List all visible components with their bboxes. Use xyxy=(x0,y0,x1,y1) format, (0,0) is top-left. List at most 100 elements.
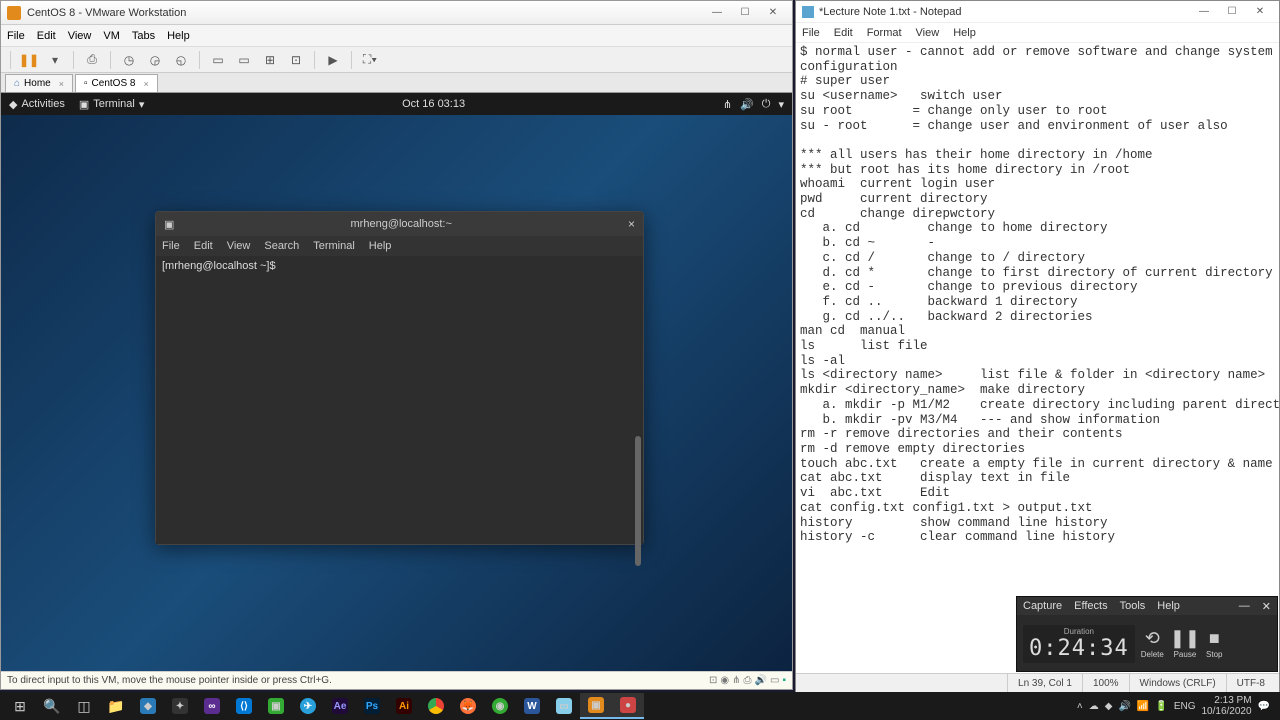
tray-wifi-icon[interactable]: 📶 xyxy=(1137,701,1149,712)
term-menu-help[interactable]: Help xyxy=(369,240,392,252)
vscode-icon[interactable]: ⟨⟩ xyxy=(228,693,260,719)
notepad-textarea[interactable]: $ normal user - cannot add or remove sof… xyxy=(796,43,1279,673)
chrome-icon[interactable] xyxy=(420,693,452,719)
tray-battery-icon[interactable]: 🔋 xyxy=(1155,701,1167,712)
recorder-pause-button[interactable]: ❚❚Pause xyxy=(1170,628,1200,659)
close-tab-icon[interactable]: × xyxy=(59,79,64,89)
rec-menu-capture[interactable]: Capture xyxy=(1023,600,1062,612)
screen-recorder[interactable]: Capture Effects Tools Help — ✕ Duration … xyxy=(1016,596,1278,672)
tray-clock[interactable]: 2:13 PM 10/16/2020 xyxy=(1201,695,1251,717)
stretch-button[interactable]: ⛶▾ xyxy=(359,50,381,70)
recorder-minimize-button[interactable]: — xyxy=(1239,600,1250,612)
maximize-button[interactable]: ☐ xyxy=(732,4,758,22)
illustrator-icon[interactable]: Ai xyxy=(388,693,420,719)
menu-help[interactable]: Help xyxy=(167,30,190,42)
taskview-button[interactable]: ◫ xyxy=(68,693,100,719)
search-button[interactable]: 🔍 xyxy=(36,693,68,719)
tray-chevron-icon[interactable]: ˄ xyxy=(1077,701,1083,712)
snapshot-manage-icon[interactable]: ◵ xyxy=(170,50,192,70)
recorder-delete-button[interactable]: ⟲Delete xyxy=(1141,628,1164,659)
minimize-button[interactable]: — xyxy=(704,4,730,22)
tray-onedrive-icon[interactable]: ☁ xyxy=(1089,701,1099,712)
np-menu-file[interactable]: File xyxy=(802,27,820,39)
visualstudio-icon[interactable]: ∞ xyxy=(196,693,228,719)
np-menu-help[interactable]: Help xyxy=(953,27,976,39)
device-display-icon[interactable]: ▭ xyxy=(770,675,779,686)
rec-menu-help[interactable]: Help xyxy=(1157,600,1180,612)
vmware-taskbar-icon[interactable]: ▣ xyxy=(580,693,612,719)
term-menu-view[interactable]: View xyxy=(227,240,251,252)
app-icon[interactable]: ▣ xyxy=(260,693,292,719)
tray-app-icon[interactable]: ◆ xyxy=(1105,701,1113,712)
menu-edit[interactable]: Edit xyxy=(37,30,56,42)
current-app[interactable]: ▣Terminal ▾ xyxy=(79,98,145,111)
pause-vm-button[interactable]: ❚❚ xyxy=(18,50,40,70)
np-menu-view[interactable]: View xyxy=(916,27,940,39)
device-cd-icon[interactable]: ◉ xyxy=(720,675,729,686)
vm-dropdown-icon[interactable]: ▾ xyxy=(44,50,66,70)
close-button[interactable]: ✕ xyxy=(760,4,786,22)
view-console-icon[interactable]: ⊡ xyxy=(285,50,307,70)
tray-notifications-icon[interactable]: 💬 xyxy=(1258,701,1270,712)
view-unity-icon[interactable]: ⊞ xyxy=(259,50,281,70)
term-menu-file[interactable]: File xyxy=(162,240,180,252)
terminal-titlebar[interactable]: ▣ mrheng@localhost:~ × xyxy=(156,212,643,236)
word-icon[interactable]: W xyxy=(516,693,548,719)
telegram-icon[interactable]: ✈ xyxy=(292,693,324,719)
tab-centos8[interactable]: ▫CentOS 8× xyxy=(75,74,158,92)
notepad-titlebar[interactable]: *Lecture Note 1.txt - Notepad — ☐ ✕ xyxy=(796,1,1279,23)
tray-language[interactable]: ENG xyxy=(1174,701,1196,712)
terminal-window[interactable]: ▣ mrheng@localhost:~ × File Edit View Se… xyxy=(155,211,644,545)
activities-button[interactable]: ◆Activities xyxy=(9,98,65,111)
app-icon[interactable]: ◉ xyxy=(484,693,516,719)
np-menu-format[interactable]: Format xyxy=(867,27,902,39)
device-msg-icon[interactable]: ▪ xyxy=(782,675,786,686)
firefox-icon[interactable]: 🦊 xyxy=(452,693,484,719)
vmware-titlebar[interactable]: CentOS 8 - VMware Workstation — ☐ ✕ xyxy=(1,1,792,25)
view-single-icon[interactable]: ▭ xyxy=(207,50,229,70)
terminal-body[interactable]: [mrheng@localhost ~]$ xyxy=(156,256,643,544)
start-button[interactable]: ⊞ xyxy=(4,693,36,719)
explorer-icon[interactable]: 📁 xyxy=(100,693,132,719)
tab-home[interactable]: ⌂Home× xyxy=(5,74,73,92)
close-button[interactable]: ✕ xyxy=(1247,3,1273,21)
terminal-scrollbar[interactable] xyxy=(635,436,641,566)
view-multi-icon[interactable]: ▭ xyxy=(233,50,255,70)
network-icon[interactable]: ⋔ xyxy=(723,98,732,111)
recorder-taskbar-icon[interactable]: ● xyxy=(612,693,644,719)
app-icon[interactable]: ✦ xyxy=(164,693,196,719)
maximize-button[interactable]: ☐ xyxy=(1219,3,1245,21)
app-icon[interactable]: ◆ xyxy=(132,693,164,719)
system-menu-caret-icon[interactable]: ▾ xyxy=(778,98,784,111)
recorder-close-button[interactable]: ✕ xyxy=(1262,600,1271,613)
menu-vm[interactable]: VM xyxy=(103,30,120,42)
rec-menu-tools[interactable]: Tools xyxy=(1120,600,1146,612)
snapshot-revert-icon[interactable]: ◶ xyxy=(144,50,166,70)
device-sound-icon[interactable]: 🔊 xyxy=(755,675,767,686)
minimize-button[interactable]: — xyxy=(1191,3,1217,21)
guest-desktop[interactable]: ◆Activities ▣Terminal ▾ Oct 16 03:13 ⋔ 🔊… xyxy=(1,93,792,671)
gnome-clock[interactable]: Oct 16 03:13 xyxy=(144,98,722,110)
snapshot-button[interactable]: ⎙ xyxy=(81,50,103,70)
term-menu-terminal[interactable]: Terminal xyxy=(313,240,355,252)
menu-file[interactable]: File xyxy=(7,30,25,42)
aftereffects-icon[interactable]: Ae xyxy=(324,693,356,719)
menu-view[interactable]: View xyxy=(68,30,92,42)
photoshop-icon[interactable]: Ps xyxy=(356,693,388,719)
rec-menu-effects[interactable]: Effects xyxy=(1074,600,1107,612)
term-menu-search[interactable]: Search xyxy=(264,240,299,252)
term-menu-edit[interactable]: Edit xyxy=(194,240,213,252)
close-tab-icon[interactable]: × xyxy=(143,79,148,89)
device-net-icon[interactable]: ⋔ xyxy=(732,675,740,686)
volume-icon[interactable]: 🔊 xyxy=(740,98,754,111)
recorder-stop-button[interactable]: ■Stop xyxy=(1206,628,1222,659)
device-usb-icon[interactable]: ⎙ xyxy=(744,675,752,686)
snapshot-take-icon[interactable]: ◷ xyxy=(118,50,140,70)
device-hdd-icon[interactable]: ⊡ xyxy=(709,675,717,686)
power-icon[interactable]: ⏻ xyxy=(762,98,771,111)
tray-volume-icon[interactable]: 🔊 xyxy=(1118,701,1130,712)
app-icon[interactable]: ▭ xyxy=(548,693,580,719)
menu-tabs[interactable]: Tabs xyxy=(132,30,155,42)
terminal-close-button[interactable]: × xyxy=(628,217,635,231)
fullscreen-button[interactable]: ▶ xyxy=(322,50,344,70)
